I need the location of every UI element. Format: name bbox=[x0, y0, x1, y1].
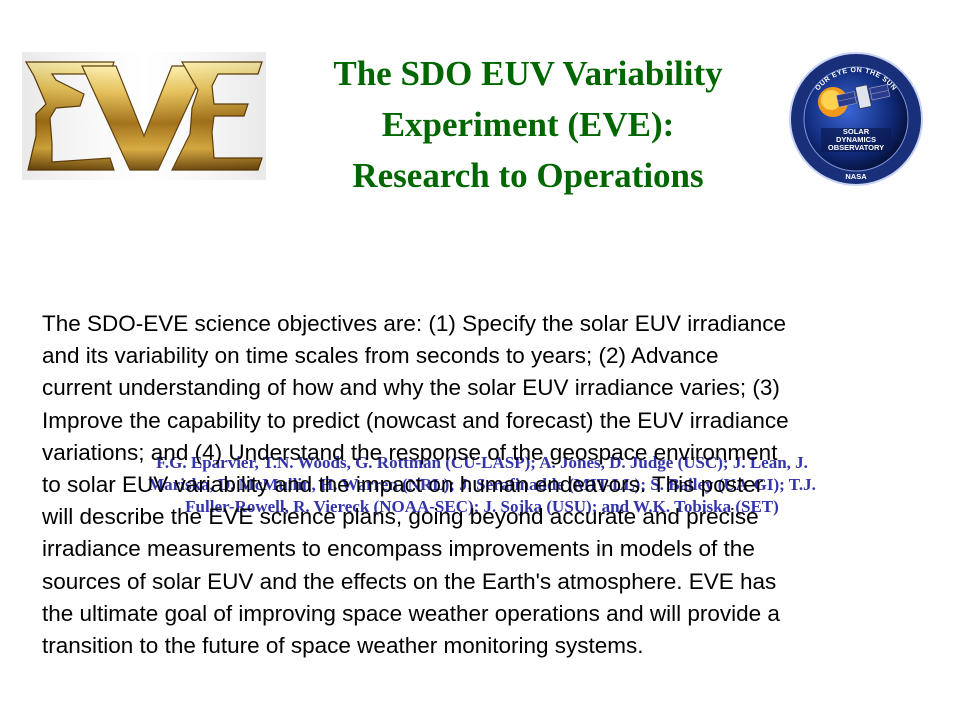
sdo-logo: SOLAR DYNAMICS OBSERVATORY OUR EYE ON TH… bbox=[787, 50, 925, 188]
sdo-line-3: OBSERVATORY bbox=[828, 143, 884, 152]
page-title: The SDO EUV Variability Experiment (EVE)… bbox=[270, 48, 786, 201]
title-line-2: Experiment (EVE): bbox=[381, 105, 675, 144]
title-line-1: The SDO EUV Variability bbox=[333, 54, 723, 93]
sdo-mission-patch-icon: SOLAR DYNAMICS OBSERVATORY OUR EYE ON TH… bbox=[789, 52, 923, 186]
eve-logo bbox=[22, 52, 266, 180]
abstract-text: The SDO-EVE science objectives are: (1) … bbox=[42, 311, 789, 659]
sdo-ring-bottom: NASA bbox=[845, 172, 867, 181]
eve-logo-graphic bbox=[22, 52, 266, 180]
title-line-3: Research to Operations bbox=[352, 156, 704, 195]
